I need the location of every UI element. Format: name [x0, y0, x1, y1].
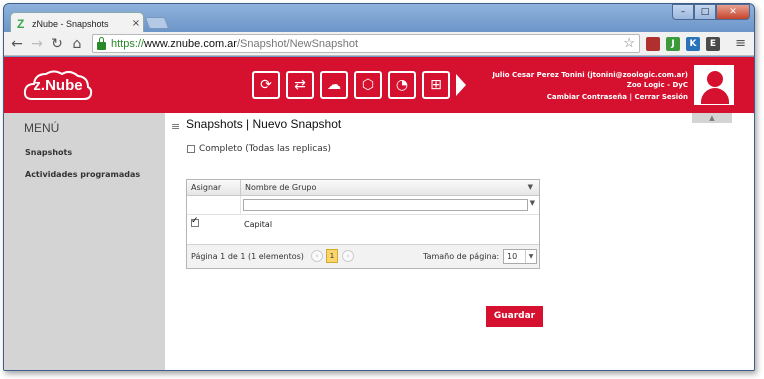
column-header-assign[interactable]: Asignar [187, 180, 241, 195]
sidebar-item-scheduled-activities[interactable]: Actividades programadas [25, 170, 140, 179]
forward-arrow-icon[interactable]: → [28, 35, 46, 53]
user-info: Julio Cesar Perez Tonini (jtonini@zoolog… [492, 70, 688, 90]
ext-red-icon[interactable] [646, 37, 660, 51]
tab-close-icon[interactable]: × [129, 18, 143, 29]
url-scheme: https:// [111, 37, 145, 50]
browser-window: Z zNube - Snapshots × – □ ✕ ← → ↻ ⌂ http… [3, 3, 755, 371]
assign-checkbox[interactable] [191, 216, 199, 227]
group-name-filter-input[interactable] [243, 199, 528, 211]
sidebar-item-snapshots[interactable]: Snapshots [25, 148, 72, 157]
filter-icon[interactable]: ▼ [530, 199, 535, 207]
avatar[interactable] [694, 65, 734, 105]
grid-header: Asignar Nombre de Grupo ▼ [187, 180, 539, 196]
transfer-icon[interactable]: ⇄ [286, 71, 314, 99]
logout-link[interactable]: Cerrar Sesión [634, 93, 688, 101]
ext-evernote-icon[interactable]: E [706, 37, 720, 51]
sidebar-title: MENÚ [24, 121, 60, 135]
page-size-value: 10 [507, 252, 518, 261]
prev-page-icon[interactable]: ‹ [311, 250, 323, 262]
complete-option[interactable]: Completo (Todas las replicas) [187, 144, 331, 154]
filter-row: ▼ [187, 196, 539, 215]
maximize-button[interactable]: □ [694, 4, 716, 20]
filter-cell: ▼ [241, 196, 539, 214]
avatar-body-icon [701, 88, 729, 104]
logo-text: z.Nube [33, 77, 83, 94]
window-controls: – □ ✕ [672, 4, 750, 20]
new-tab-button[interactable] [144, 17, 170, 29]
save-button[interactable]: Guardar [486, 306, 543, 327]
group-name-cell: Capital [244, 220, 273, 229]
user-links: Cambiar Contraseña | Cerrar Sesión [547, 93, 688, 101]
sidebar: MENÚ Snapshots Actividades programadas [4, 113, 165, 370]
column-header-group-name[interactable]: Nombre de Grupo ▼ [241, 180, 539, 195]
column-filter-icon[interactable]: ▼ [528, 183, 533, 191]
user-name: Julio Cesar Perez Tonini (jtonini@zoolog… [492, 71, 688, 79]
minimize-button[interactable]: – [672, 4, 694, 20]
page-size-select[interactable]: 10 ▼ [503, 249, 537, 264]
change-password-link[interactable]: Cambiar Contraseña [547, 93, 627, 101]
column-header-group-name-label: Nombre de Grupo [245, 183, 317, 192]
table-row[interactable]: Capital [187, 215, 539, 235]
cube-icon[interactable]: ⬡ [354, 71, 382, 99]
clock-icon[interactable]: ◔ [388, 71, 416, 99]
browser-menu-icon[interactable]: ≡ [735, 36, 746, 51]
grid-pager: Página 1 de 1 (1 elementos) ‹ 1 › Tamaño… [187, 244, 539, 268]
hamburger-menu-icon[interactable]: ≡ [171, 120, 180, 133]
title-bar: Z zNube - Snapshots × – □ ✕ [4, 4, 754, 34]
user-company: Zoo Logic - DyC [626, 81, 688, 89]
next-page-icon[interactable]: › [342, 250, 354, 262]
avatar-head-icon [707, 71, 723, 87]
gift-icon[interactable]: ⊞ [422, 71, 450, 99]
groups-grid: Asignar Nombre de Grupo ▼ ▼ ✓ Capital Pá… [186, 179, 540, 269]
module-icons: ⟳ ⇄ ☁ ⬡ ◔ ⊞ [252, 71, 466, 99]
reload-icon[interactable]: ↻ [48, 35, 66, 53]
close-window-button[interactable]: ✕ [716, 4, 750, 20]
url-path: /Snapshot/NewSnapshot [236, 37, 359, 50]
tab-title: zNube - Snapshots [32, 18, 109, 29]
back-arrow-icon[interactable]: ← [8, 35, 26, 53]
ext-green-icon[interactable]: J [666, 37, 680, 51]
znube-favicon-icon: Z [17, 16, 25, 31]
bookmark-star-icon[interactable]: ☆ [623, 35, 635, 51]
assign-cell [187, 215, 241, 235]
browser-toolbar: ← → ↻ ⌂ https:// www.znube.com.ar /Snaps… [4, 32, 754, 56]
cloud-settings-icon[interactable]: ☁ [320, 71, 348, 99]
complete-checkbox[interactable] [187, 145, 195, 153]
browser-tab[interactable]: Z zNube - Snapshots × [10, 12, 144, 34]
page-size-label: Tamaño de página: [423, 252, 500, 261]
current-page-button[interactable]: 1 [326, 249, 338, 263]
filter-cell-empty [187, 196, 241, 214]
pager-info: Página 1 de 1 (1 elementos) [191, 252, 304, 261]
complete-label: Completo (Todas las replicas) [199, 144, 331, 154]
sync-icon[interactable]: ⟳ [252, 71, 280, 99]
lock-icon [97, 36, 106, 50]
main-content: ≡ Snapshots | Nuevo Snapshot Completo (T… [165, 113, 754, 370]
page-title: Snapshots | Nuevo Snapshot [186, 117, 342, 131]
home-icon[interactable]: ⌂ [68, 35, 86, 53]
page-viewport: z.Nube ⟳ ⇄ ☁ ⬡ ◔ ⊞ Julio Cesar Perez Ton… [4, 57, 754, 370]
app-header: z.Nube ⟳ ⇄ ☁ ⬡ ◔ ⊞ Julio Cesar Perez Ton… [4, 57, 754, 113]
address-bar[interactable]: https:// www.znube.com.ar /Snapshot/NewS… [92, 34, 640, 53]
chevron-down-icon[interactable]: ▼ [525, 250, 536, 263]
ext-k-icon[interactable]: K [686, 37, 700, 51]
url-host: www.znube.com.ar [144, 37, 237, 50]
link-separator: | [629, 93, 632, 101]
znube-logo[interactable]: z.Nube [22, 65, 94, 105]
next-arrow-icon[interactable] [456, 74, 466, 96]
